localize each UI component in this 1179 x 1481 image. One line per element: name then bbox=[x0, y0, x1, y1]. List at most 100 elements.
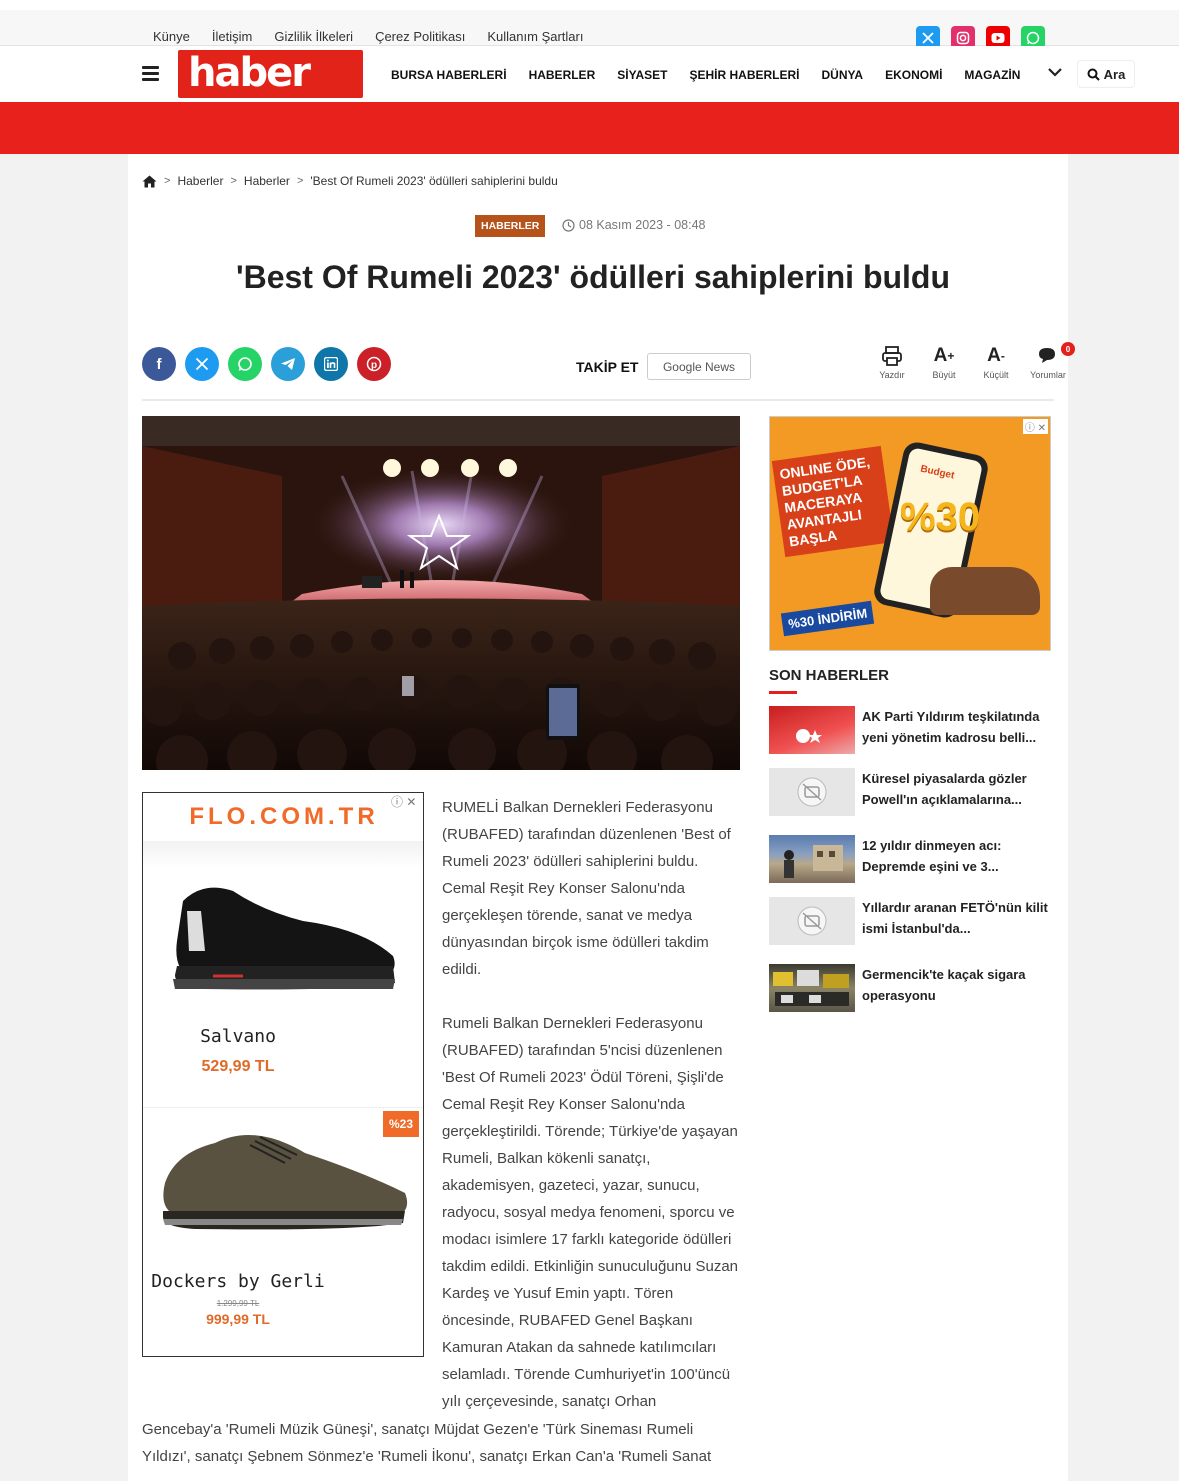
latest-news-underline bbox=[769, 691, 797, 694]
latest-news-item[interactable]: Yıllardır aranan FETÖ'nün kilit ismi İst… bbox=[769, 897, 1055, 945]
font-increase-button[interactable]: A + Büyüt bbox=[925, 342, 963, 380]
whatsapp-icon[interactable] bbox=[228, 347, 262, 381]
article-hero-image bbox=[142, 416, 740, 770]
site-logo[interactable]: haber16 bbox=[178, 50, 363, 140]
top-link-iletisim[interactable]: İletişim bbox=[212, 29, 252, 44]
comments-icon: 0 bbox=[1037, 342, 1075, 370]
home-icon[interactable] bbox=[142, 175, 157, 188]
breadcrumb-separator: > bbox=[296, 175, 304, 187]
menu-icon[interactable] bbox=[142, 66, 159, 84]
nav-ekonomi[interactable]: EKONOMİ bbox=[885, 68, 942, 82]
news-title[interactable]: Küresel piyasalarda gözler Powell'ın açı… bbox=[862, 768, 1054, 810]
ad-brand: Budget bbox=[919, 463, 956, 482]
breadcrumb-separator: > bbox=[164, 175, 171, 187]
ad-strip bbox=[143, 841, 423, 869]
tool-label: Yorumlar bbox=[1030, 370, 1066, 380]
shoe-image bbox=[163, 1135, 408, 1230]
print-icon bbox=[881, 342, 903, 370]
top-link-kullanim[interactable]: Kullanım Şartları bbox=[487, 29, 583, 44]
product-old-price: 1.299,99 TL bbox=[216, 1299, 260, 1308]
top-bar: Künye İletişim Gizlilik İlkeleri Çerez P… bbox=[0, 0, 1179, 50]
news-title[interactable]: 12 yıldır dinmeyen acı: Depremde eşini v… bbox=[862, 835, 1054, 877]
news-thumb bbox=[769, 706, 855, 754]
latest-news-item[interactable]: Küresel piyasalarda gözler Powell'ın açı… bbox=[769, 768, 1055, 816]
article-title: 'Best Of Rumeli 2023' ödülleri sahipleri… bbox=[235, 259, 951, 295]
pinterest-icon[interactable]: p bbox=[357, 347, 391, 381]
article-paragraph: Rumeli Balkan Dernekleri Federasyonu (RU… bbox=[442, 1015, 739, 1410]
font-decrease-icon: A- bbox=[987, 345, 1005, 366]
font-decrease-button[interactable]: A- Küçült bbox=[977, 342, 1015, 380]
telegram-icon[interactable] bbox=[271, 347, 305, 381]
top-link-cerez[interactable]: Çerez Politikası bbox=[375, 29, 465, 44]
site-header: haber16 BURSA HABERLERİ HABERLER SİYASET… bbox=[0, 46, 1179, 140]
search-icon bbox=[1087, 68, 1100, 81]
breadcrumb-current: 'Best Of Rumeli 2023' ödülleri sahipleri… bbox=[310, 174, 558, 188]
ad-brand: FLO.COM.TR bbox=[189, 803, 379, 830]
nav-bursa-haberleri[interactable]: BURSA HABERLERİ bbox=[391, 68, 507, 82]
tool-label: Büyüt bbox=[932, 370, 956, 380]
product-name: Dockers by Gerli bbox=[151, 1271, 325, 1292]
news-title[interactable]: AK Parti Yıldırım teşkilatında yeni yöne… bbox=[862, 706, 1054, 748]
product-price: 529,99 TL bbox=[201, 1058, 275, 1075]
search-button[interactable]: Ara bbox=[1077, 60, 1135, 88]
tool-label: Yazdır bbox=[879, 370, 905, 380]
latest-news-item[interactable]: Germencik'te kaçak sigara operasyonu bbox=[769, 964, 1055, 1012]
clock-icon bbox=[562, 218, 575, 232]
article-container: > Haberler > Haberler > 'Best Of Rumeli … bbox=[128, 154, 1075, 1481]
follow-label: TAKİP ET bbox=[576, 359, 639, 375]
ad-discount: %30 İNDİRİM bbox=[780, 600, 875, 637]
nav-siyaset[interactable]: SİYASET bbox=[617, 68, 667, 82]
search-label: Ara bbox=[1103, 66, 1126, 82]
article-paragraph: RUMELİ Balkan Dernekleri Federasyonu (RU… bbox=[442, 799, 731, 978]
top-link-gizlilik[interactable]: Gizlilik İlkeleri bbox=[274, 29, 353, 44]
news-thumb bbox=[769, 835, 855, 883]
divider bbox=[142, 399, 1054, 401]
nav-haberler[interactable]: HABERLER bbox=[529, 68, 596, 82]
ad-headline: ONLINE ÖDE, BUDGET'LA MACERAYA AVANTAJLI… bbox=[771, 445, 895, 558]
top-link-kunye[interactable]: Künye bbox=[153, 29, 190, 44]
share-buttons: f p bbox=[142, 347, 391, 381]
comments-button[interactable]: 0 Yorumlar bbox=[1029, 342, 1075, 380]
breadcrumb-item[interactable]: Haberler bbox=[244, 174, 290, 188]
article-body: RUMELİ Balkan Dernekleri Federasyonu (RU… bbox=[442, 794, 742, 1442]
shoe-image bbox=[173, 887, 395, 990]
nav-magazin[interactable]: MAGAZİN bbox=[964, 68, 1020, 82]
ad-car-image bbox=[930, 567, 1040, 615]
svg-text:p: p bbox=[371, 360, 377, 371]
header-band bbox=[0, 102, 1179, 154]
x-icon[interactable] bbox=[185, 347, 219, 381]
google-news-label: Google News bbox=[662, 359, 736, 374]
top-links: Künye İletişim Gizlilik İlkeleri Çerez P… bbox=[153, 29, 583, 44]
chevron-down-icon[interactable] bbox=[1047, 64, 1063, 80]
main-nav: BURSA HABERLERİ HABERLER SİYASET ŞEHİR H… bbox=[391, 68, 1020, 82]
facebook-icon[interactable]: f bbox=[142, 347, 176, 381]
ad-close-icon[interactable]: ⓘ ✕ bbox=[391, 793, 416, 810]
no-image-icon bbox=[769, 768, 855, 816]
sidebar-ad[interactable]: ONLINE ÖDE, BUDGET'LA MACERAYA AVANTAJLI… bbox=[769, 416, 1051, 651]
category-badge[interactable]: HABERLER bbox=[475, 215, 546, 237]
comment-count-badge: 0 bbox=[1061, 342, 1075, 356]
logo-text: haber bbox=[188, 50, 311, 96]
latest-news-item[interactable]: AK Parti Yıldırım teşkilatında yeni yöne… bbox=[769, 706, 1055, 754]
product-price: 999,99 TL bbox=[206, 1311, 270, 1327]
linkedin-icon[interactable] bbox=[314, 347, 348, 381]
inline-ad[interactable]: FLO.COM.TR ⓘ ✕ Salvano 529,99 TL %23 Doc… bbox=[142, 792, 424, 1357]
breadcrumb-separator: > bbox=[230, 175, 237, 187]
google-news-button[interactable]: Google News bbox=[647, 353, 751, 380]
print-button[interactable]: Yazdır bbox=[873, 342, 911, 380]
breadcrumb-item[interactable]: Haberler bbox=[177, 174, 223, 188]
news-thumb bbox=[769, 964, 855, 1012]
date-text: 08 Kasım 2023 - 08:48 bbox=[579, 218, 706, 232]
news-title[interactable]: Germencik'te kaçak sigara operasyonu bbox=[862, 964, 1054, 1006]
tool-label: Küçült bbox=[983, 370, 1009, 380]
publish-date: 08 Kasım 2023 - 08:48 bbox=[562, 218, 705, 232]
nav-dunya[interactable]: DÜNYA bbox=[822, 68, 864, 82]
latest-news-item[interactable]: 12 yıldır dinmeyen acı: Depremde eşini v… bbox=[769, 835, 1055, 883]
article-paragraph-continued: Gencebay'a 'Rumeli Müzik Güneşi', sanatç… bbox=[142, 1421, 712, 1465]
product-name: Salvano bbox=[200, 1026, 276, 1047]
ad-close-icon[interactable]: ⓘ ✕ bbox=[1022, 419, 1048, 434]
breadcrumb: > Haberler > Haberler > 'Best Of Rumeli … bbox=[142, 174, 558, 188]
article-tools: Yazdır A + Büyüt A- Küçült 0 Yorumlar bbox=[873, 342, 1075, 380]
nav-sehir-haberleri[interactable]: ŞEHİR HABERLERİ bbox=[689, 68, 799, 82]
news-title[interactable]: Yıllardır aranan FETÖ'nün kilit ismi İst… bbox=[862, 897, 1054, 939]
